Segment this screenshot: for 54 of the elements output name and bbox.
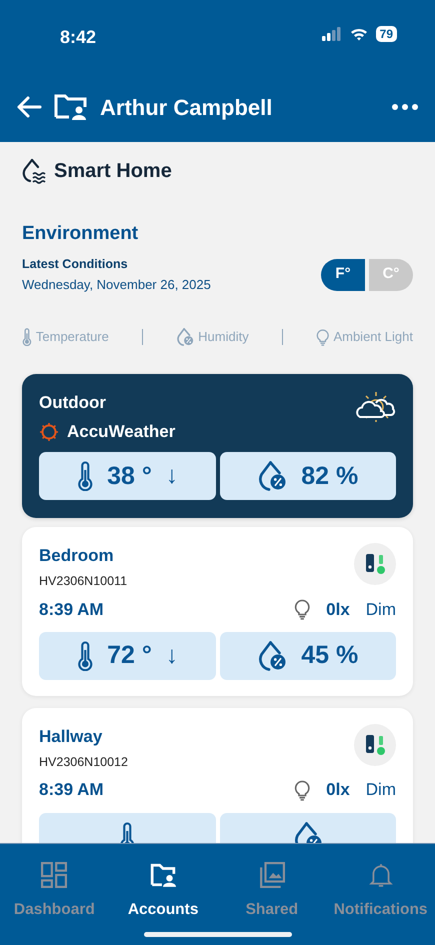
battery-level: 79 <box>376 26 397 42</box>
lux-value: 0lx <box>326 779 350 802</box>
thermometer-icon <box>22 328 32 346</box>
reading-time: 8:39 AM <box>39 779 104 802</box>
light-bulb-icon <box>294 779 310 801</box>
serial-number: HV2306N10011 <box>39 572 128 590</box>
signal-icon <box>322 27 342 41</box>
back-arrow-icon[interactable] <box>16 96 42 118</box>
trend-arrow: ↓ <box>166 641 178 671</box>
reading-time: 8:39 AM <box>39 598 104 620</box>
folder-person-icon <box>150 862 176 888</box>
partly-cloudy-icon <box>354 390 396 424</box>
section-title: Smart Home <box>54 159 172 184</box>
page-title: Arthur Campbell <box>100 94 274 122</box>
humidity-value: 82 % <box>301 460 358 492</box>
more-icon[interactable] <box>391 103 419 111</box>
humidity-icon <box>257 641 288 671</box>
legend-label: Temperature <box>36 328 109 346</box>
environment-title: Environment <box>22 222 140 246</box>
light-level: Dim <box>366 779 396 802</box>
light-bulb-icon <box>294 598 310 620</box>
legend-label: Humidity <box>198 328 249 346</box>
weather-source: AccuWeather <box>67 420 176 443</box>
nav-tab[interactable]: Notifications <box>326 844 435 932</box>
bell-icon <box>368 862 394 888</box>
water-drop-icon <box>22 158 46 184</box>
temperature-value: 72 ° <box>107 640 152 672</box>
temperature-value: 38 ° <box>107 460 152 492</box>
status-time: 8:42 <box>60 26 96 49</box>
nav-tab[interactable]: Accounts <box>108 844 218 932</box>
card-title: Outdoor <box>39 392 108 414</box>
subtitle: Latest Conditions <box>22 256 129 272</box>
wifi-icon <box>350 27 368 41</box>
legend-label: Ambient Light <box>333 328 413 346</box>
humidity-icon <box>257 461 288 492</box>
thermometer-icon <box>76 641 94 671</box>
dashboard-icon <box>41 862 68 888</box>
lux-value: 0lx <box>326 598 350 620</box>
humidity-value: 45 % <box>301 640 358 672</box>
unit-toggle[interactable]: F° <box>321 258 365 291</box>
sun-icon <box>39 422 59 442</box>
date-text: Wednesday, November 26, 2025 <box>22 276 211 294</box>
card-title: Hallway <box>39 726 104 748</box>
light-level: Dim <box>366 598 396 620</box>
photo-gallery-icon <box>258 862 285 888</box>
nav-tab[interactable]: Dashboard <box>0 844 109 932</box>
light-bulb-icon <box>316 328 330 346</box>
thermometer-icon <box>76 461 94 492</box>
nav-tab[interactable]: Shared <box>218 844 326 932</box>
trend-arrow: ↓ <box>166 461 178 492</box>
folder-person-icon <box>54 93 88 121</box>
serial-number: HV2306N10012 <box>39 754 128 770</box>
card-title: Bedroom <box>39 545 115 568</box>
humidity-icon <box>176 328 194 346</box>
